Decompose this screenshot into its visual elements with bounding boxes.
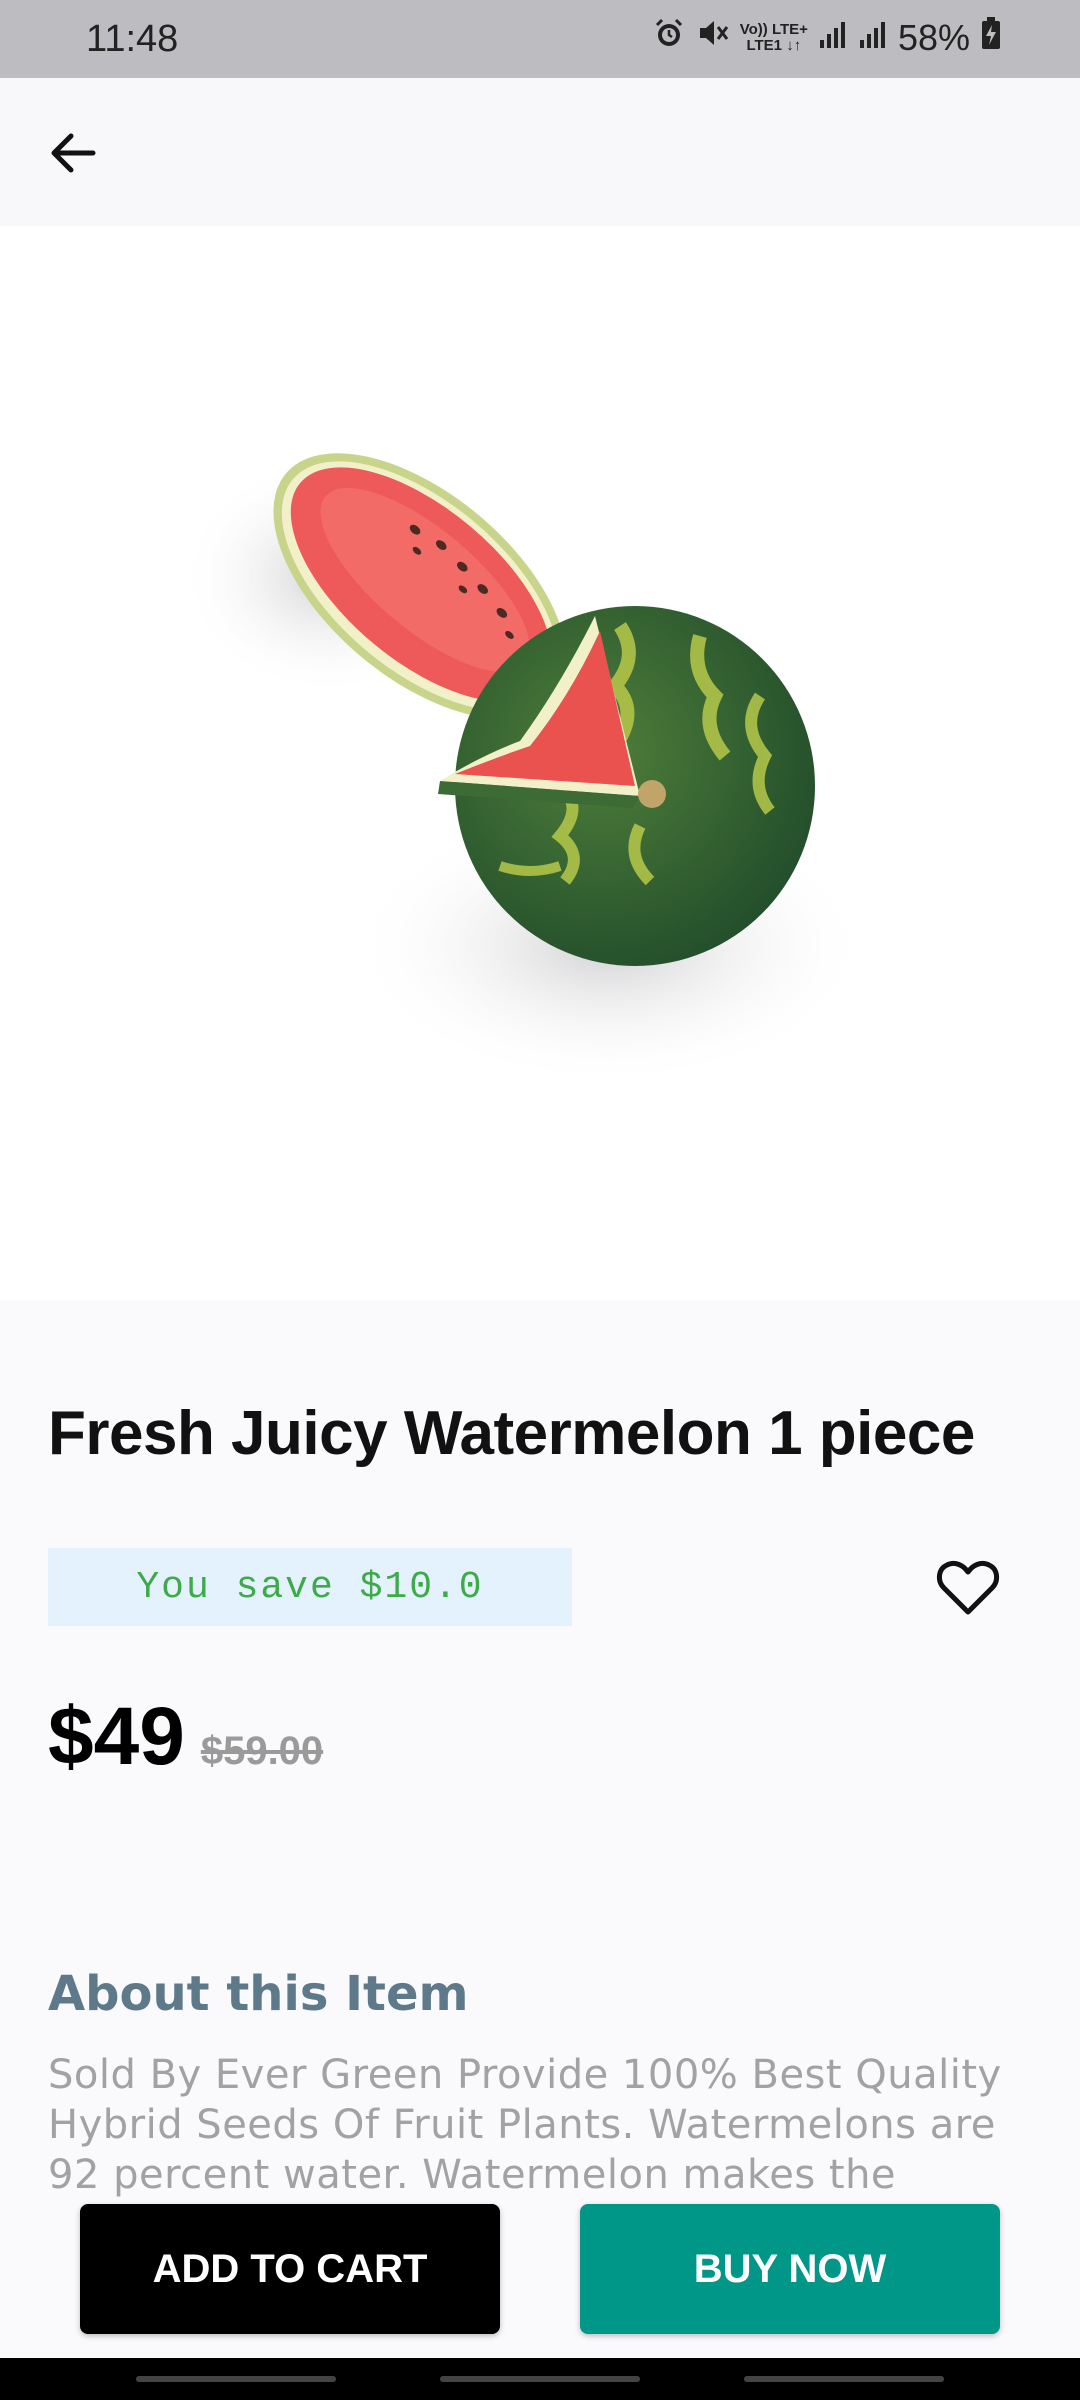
add-to-cart-label: ADD TO CART: [152, 2246, 428, 2291]
mute-icon: [696, 16, 730, 59]
network-top: Vo)) LTE+: [739, 20, 808, 38]
network-bottom: LTE1 ↓↑: [746, 36, 802, 54]
battery-percent: 58%: [897, 16, 970, 58]
about-heading: About this Item: [48, 1966, 469, 2022]
product-title: Fresh Juicy Watermelon 1 piece: [48, 1399, 975, 1468]
watermelon-photo: [180, 453, 870, 1086]
about-description: Sold By Ever Green Provide 100% Best Qua…: [48, 2052, 1002, 2198]
signal-icon: [858, 17, 888, 59]
savings-text: You save $10.0: [136, 1565, 484, 1609]
app-header: [0, 78, 1080, 226]
buy-now-label: BUY NOW: [693, 2246, 887, 2291]
signal-icon: [818, 17, 848, 59]
heart-outline-icon: [937, 1560, 999, 1615]
arrow-left-icon: [51, 133, 96, 173]
buy-now-button[interactable]: BUY NOW: [580, 2204, 1000, 2334]
nav-back-handle[interactable]: [744, 2376, 944, 2382]
current-price: $49: [48, 1691, 185, 1782]
status-bar: 11:48 Vo)) LTE+ LTE1 ↓↑ 58%: [0, 0, 1080, 78]
product-image: [0, 226, 1080, 1300]
system-nav-bar: [0, 2358, 1080, 2400]
nav-recents-handle[interactable]: [136, 2376, 336, 2382]
alarm-icon: [652, 16, 686, 59]
status-icons: Vo)) LTE+ LTE1 ↓↑ 58%: [652, 16, 1002, 59]
original-price: $59.00: [200, 1729, 324, 1773]
wishlist-button[interactable]: [936, 1558, 1000, 1618]
status-time: 11:48: [86, 18, 179, 60]
nav-home-handle[interactable]: [440, 2376, 640, 2382]
price-row: $49 $59.00: [48, 1690, 323, 1784]
battery-charging-icon: [980, 16, 1002, 59]
savings-badge: You save $10.0: [48, 1548, 572, 1626]
add-to-cart-button[interactable]: ADD TO CART: [80, 2204, 500, 2334]
product-detail-screen: 11:48 Vo)) LTE+ LTE1 ↓↑ 58% Fresh Juicy …: [0, 0, 1080, 2400]
back-button[interactable]: [38, 118, 108, 188]
network-label: Vo)) LTE+ LTE1 ↓↑: [739, 20, 808, 54]
